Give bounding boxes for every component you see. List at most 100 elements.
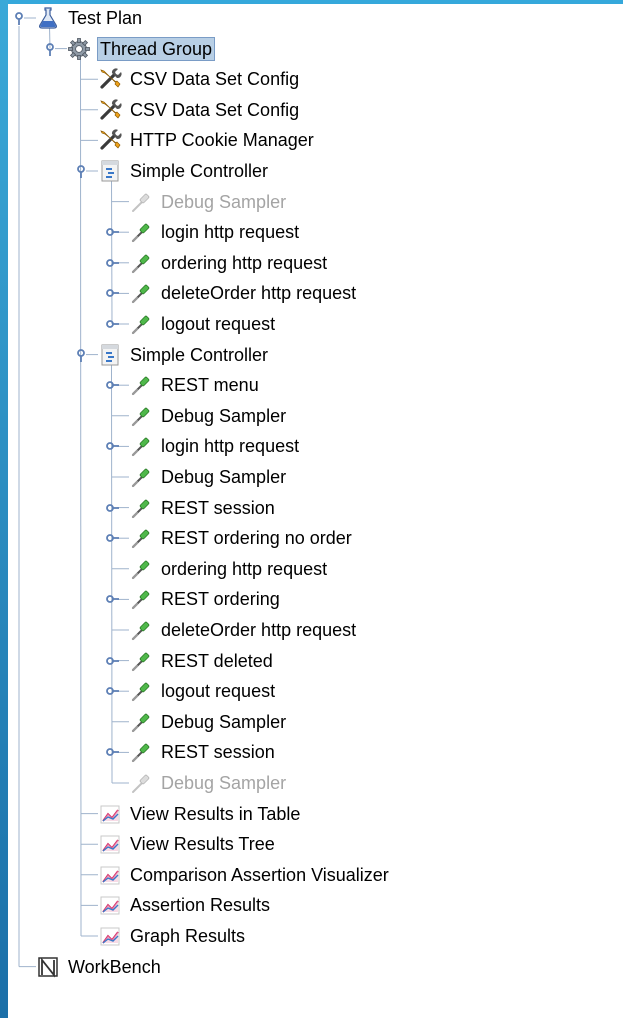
- tree-guide-line: [111, 362, 113, 784]
- tree-node-label: Graph Results: [130, 926, 246, 946]
- tree-node-label: login http request: [161, 222, 300, 243]
- tree-node-label: Simple Controller: [130, 161, 269, 181]
- pipette-icon: [129, 281, 153, 305]
- tree-node-n26[interactable]: View Results in Table: [98, 801, 302, 827]
- tree-node-n19[interactable]: REST ordering: [129, 586, 282, 612]
- tree-node-label: REST session: [161, 497, 275, 518]
- controller-icon: [98, 159, 122, 183]
- tree-node-n10[interactable]: logout request: [129, 311, 277, 337]
- wrench-screwdriver-icon: [98, 98, 122, 122]
- tree-node-n27[interactable]: View Results Tree: [98, 831, 277, 857]
- window-left-border: [0, 0, 8, 1018]
- collapsed-toggle-icon[interactable]: [105, 745, 119, 759]
- tree-node-n16[interactable]: REST session: [129, 495, 277, 521]
- collapsed-toggle-icon[interactable]: [105, 225, 119, 239]
- graph-icon: [98, 802, 122, 826]
- tree-node-ctrl-2[interactable]: Simple Controller: [98, 342, 270, 368]
- collapsed-toggle-icon[interactable]: [105, 286, 119, 300]
- tree-node-n6[interactable]: Debug Sampler: [129, 189, 288, 215]
- tree-node-thread-group[interactable]: Thread Group: [67, 36, 216, 62]
- expanded-toggle-icon[interactable]: [74, 164, 88, 178]
- pipette-icon: [129, 740, 153, 764]
- tree-node-label: Debug Sampler: [161, 467, 287, 487]
- tree-node-n18[interactable]: ordering http request: [129, 556, 329, 582]
- pipette-icon: [129, 771, 153, 795]
- collapsed-toggle-icon[interactable]: [105, 256, 119, 270]
- collapsed-toggle-icon[interactable]: [105, 501, 119, 515]
- tree-node-label: View Results in Table: [130, 803, 301, 824]
- tree-node-n7[interactable]: login http request: [129, 219, 301, 245]
- tree-node-cookie[interactable]: HTTP Cookie Manager: [98, 127, 316, 153]
- tree-node-n15[interactable]: Debug Sampler: [129, 464, 288, 490]
- tree-node-csv-1[interactable]: CSV Data Set Config: [98, 66, 301, 92]
- pipette-icon: [129, 710, 153, 734]
- graph-icon: [98, 893, 122, 917]
- tree-node-label: Simple Controller: [130, 344, 269, 365]
- pipette-icon: [129, 373, 153, 397]
- tree-node-label: Assertion Results: [130, 895, 271, 916]
- tree-node-n30[interactable]: Graph Results: [98, 923, 247, 949]
- pipette-icon: [129, 434, 153, 458]
- tree-node-label: Thread Group: [97, 36, 216, 61]
- tree-node-label: Debug Sampler: [161, 191, 287, 212]
- tree-node-n12[interactable]: REST menu: [129, 372, 261, 398]
- tree-node-label: Comparison Assertion Visualizer: [130, 864, 389, 885]
- tree-node-label: View Results Tree: [130, 834, 275, 855]
- tree-node-n21[interactable]: REST deleted: [129, 648, 275, 674]
- tree-node-csv-2[interactable]: CSV Data Set Config: [98, 97, 301, 123]
- tree-node-label: login http request: [161, 436, 300, 457]
- tree-node-n25[interactable]: Debug Sampler: [129, 770, 288, 796]
- tree-node-label: deleteOrder http request: [161, 283, 357, 304]
- tree-node-workbench[interactable]: WorkBench: [36, 954, 163, 980]
- tree-node-n28[interactable]: Comparison Assertion Visualizer: [98, 862, 391, 888]
- tree-node-label: REST deleted: [161, 650, 273, 671]
- tree-node-n22[interactable]: logout request: [129, 678, 277, 704]
- tree-node-label: HTTP Cookie Manager: [130, 130, 314, 151]
- tree-node-n29[interactable]: Assertion Results: [98, 892, 272, 918]
- tree-node-n24[interactable]: REST session: [129, 739, 277, 765]
- pipette-icon: [129, 557, 153, 581]
- pipette-icon: [129, 220, 153, 244]
- pipette-icon: [129, 649, 153, 673]
- pipette-icon: [129, 312, 153, 336]
- controller-icon: [98, 343, 122, 367]
- pipette-icon: [129, 190, 153, 214]
- tree-node-n9[interactable]: deleteOrder http request: [129, 280, 358, 306]
- pipette-icon: [129, 587, 153, 611]
- collapsed-toggle-icon[interactable]: [105, 654, 119, 668]
- tree-node-ctrl-1[interactable]: Simple Controller: [98, 158, 270, 184]
- collapsed-toggle-icon[interactable]: [105, 592, 119, 606]
- tree-node-n23[interactable]: Debug Sampler: [129, 709, 288, 735]
- tree-node-test-plan[interactable]: Test Plan: [36, 5, 144, 31]
- pipette-icon: [129, 404, 153, 428]
- tree-node-label: CSV Data Set Config: [130, 99, 300, 120]
- tree-node-label: REST session: [161, 742, 275, 763]
- tree-node-label: ordering http request: [161, 252, 328, 273]
- workbench-icon: [36, 955, 60, 979]
- pipette-icon: [129, 526, 153, 550]
- tree-node-n14[interactable]: login http request: [129, 433, 301, 459]
- expanded-toggle-icon[interactable]: [43, 42, 57, 56]
- collapsed-toggle-icon[interactable]: [105, 378, 119, 392]
- expanded-toggle-icon[interactable]: [12, 11, 26, 25]
- tree-node-n20[interactable]: deleteOrder http request: [129, 617, 358, 643]
- graph-icon: [98, 832, 122, 856]
- tree-node-label: CSV Data Set Config: [130, 69, 300, 90]
- collapsed-toggle-icon[interactable]: [105, 317, 119, 331]
- collapsed-toggle-icon[interactable]: [105, 439, 119, 453]
- collapsed-toggle-icon[interactable]: [105, 531, 119, 545]
- pipette-icon: [129, 496, 153, 520]
- tree-node-label: REST ordering: [161, 589, 280, 610]
- tree-node-label: Debug Sampler: [161, 711, 287, 732]
- graph-icon: [98, 863, 122, 887]
- tree-node-label: Debug Sampler: [161, 773, 287, 793]
- tree-node-label: logout request: [161, 681, 276, 702]
- wrench-screwdriver-icon: [98, 67, 122, 91]
- tree-node-n17[interactable]: REST ordering no order: [129, 525, 354, 551]
- expanded-toggle-icon[interactable]: [74, 348, 88, 362]
- pipette-icon: [129, 251, 153, 275]
- collapsed-toggle-icon[interactable]: [105, 684, 119, 698]
- tree-node-n13[interactable]: Debug Sampler: [129, 403, 288, 429]
- tree-node-n8[interactable]: ordering http request: [129, 250, 329, 276]
- tree-node-label: ordering http request: [161, 558, 328, 579]
